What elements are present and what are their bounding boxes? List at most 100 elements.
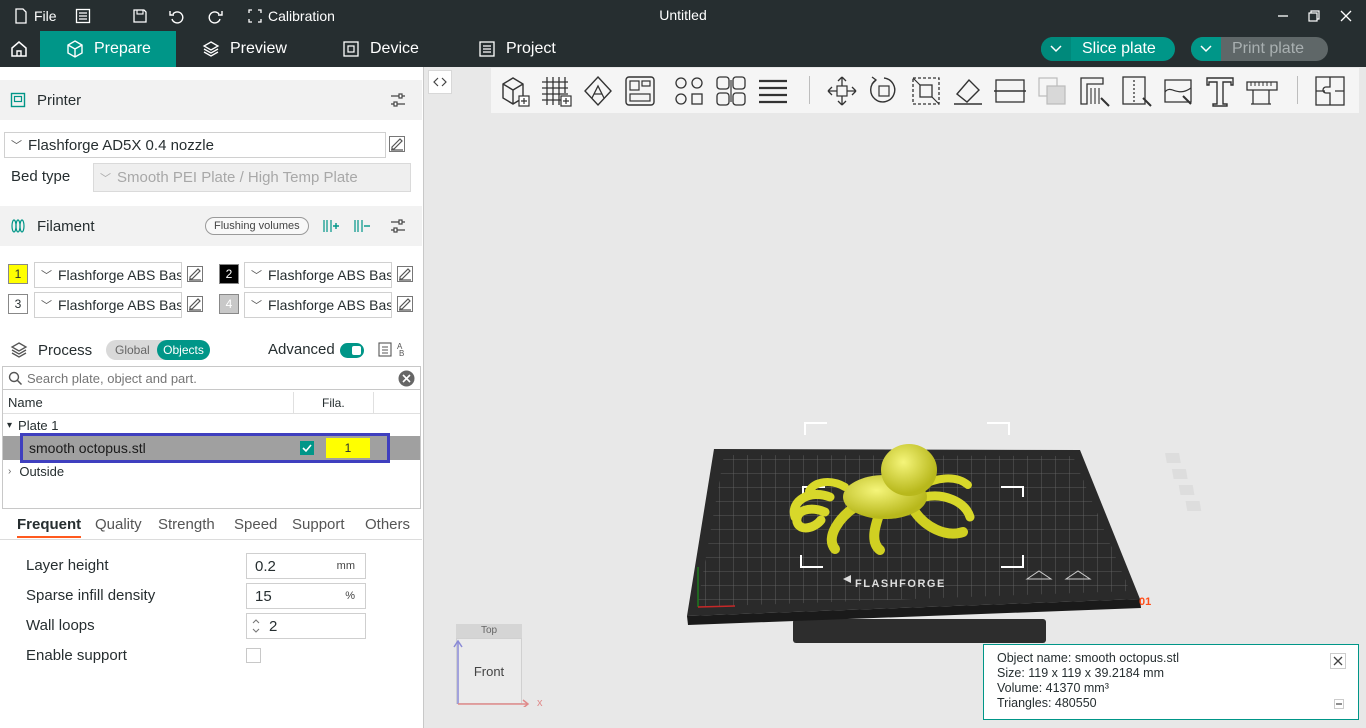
clear-search-icon[interactable] <box>398 370 415 387</box>
wall-loops-value: 2 <box>269 617 278 635</box>
filament-slot-4-select[interactable]: ﹀ Flashforge ABS Basic <box>244 292 392 318</box>
global-objects-toggle[interactable]: Global Objects <box>106 340 210 360</box>
tab-strength[interactable]: Strength <box>158 516 215 533</box>
tab-frequent[interactable]: Frequent <box>17 516 81 533</box>
filament-section-title: Filament <box>37 217 95 235</box>
chevron-down-icon[interactable]: ▾ <box>7 420 12 431</box>
toggle-objects-option[interactable]: Objects <box>157 340 210 360</box>
tab-others[interactable]: Others <box>365 516 410 533</box>
minimize-button[interactable] <box>1276 0 1290 31</box>
edit-filament-3-icon[interactable] <box>186 295 204 313</box>
filament-slot-2-badge[interactable]: 2 <box>219 264 239 284</box>
tab-support[interactable]: Support <box>292 516 345 533</box>
flushing-volumes-button[interactable]: Flushing volumes <box>205 217 309 235</box>
object-filament-badge[interactable]: 1 <box>326 438 370 458</box>
home-icon <box>11 41 27 57</box>
object-name: smooth octopus.stl <box>29 440 146 456</box>
filament-slot-1-select[interactable]: ﹀ Flashforge ABS Basic <box>34 262 182 288</box>
wall-loops-stepper[interactable]: 2 <box>246 613 366 639</box>
redo-button[interactable] <box>207 0 223 31</box>
tab-quality[interactable]: Quality <box>95 516 142 533</box>
toggle-global-option[interactable]: Global <box>115 343 150 357</box>
window-title: Untitled <box>659 7 707 23</box>
layer-height-value: 0.2 <box>255 557 276 575</box>
close-icon[interactable] <box>1330 653 1346 669</box>
add-filament-icon[interactable] <box>322 217 340 235</box>
slice-plate-button[interactable]: Slice plate <box>1041 37 1175 61</box>
chevron-down-icon: ﹀ <box>41 270 52 282</box>
advanced-toggle[interactable] <box>340 343 364 358</box>
object-search-box[interactable] <box>2 366 421 390</box>
print-dropdown-arrow[interactable] <box>1191 37 1221 61</box>
slice-dropdown-arrow[interactable] <box>1041 37 1071 61</box>
save-button[interactable] <box>132 0 148 31</box>
project-icon <box>479 41 495 57</box>
checkbox-checked-icon[interactable] <box>300 441 314 455</box>
undo-button[interactable] <box>169 0 185 31</box>
printer-icon <box>10 92 26 108</box>
file-menu[interactable]: File <box>14 0 57 31</box>
column-fila-header[interactable]: Fila. <box>322 396 345 410</box>
filament-slot-2-value: Flashforge ABS Basic <box>268 267 392 283</box>
tab-device[interactable]: Device <box>342 31 419 67</box>
chevron-down-icon: ﹀ <box>11 140 22 152</box>
chevron-down-icon: ﹀ <box>100 172 111 185</box>
chevron-down-icon: ﹀ <box>251 300 262 312</box>
save-icon <box>133 8 147 23</box>
tab-device-label: Device <box>370 40 419 57</box>
tab-home[interactable] <box>0 31 38 67</box>
column-name-header[interactable]: Name <box>8 395 43 410</box>
compare-settings-icon[interactable]: BA <box>377 341 413 359</box>
chevron-down-icon <box>1050 45 1062 53</box>
bed-type-select[interactable]: ﹀ Smooth PEI Plate / High Temp Plate <box>93 163 411 192</box>
filament-slot-4-badge[interactable]: 4 <box>219 294 239 314</box>
edit-printer-icon[interactable] <box>388 135 406 153</box>
slice-plate-label: Slice plate <box>1082 40 1156 57</box>
edit-filament-2-icon[interactable] <box>396 265 414 283</box>
filament-slot-2-select[interactable]: ﹀ Flashforge ABS Basic <box>244 262 392 288</box>
calibration-menu[interactable]: Calibration <box>248 0 335 31</box>
object-row-selected[interactable]: smooth octopus.stl 1 <box>3 433 420 463</box>
plate-row[interactable]: ▾ Plate 1 <box>3 414 420 436</box>
tab-prepare[interactable]: Prepare <box>40 31 176 67</box>
3d-scene[interactable]: FLASHFORGE 01 <box>425 67 1366 728</box>
active-tab-underline <box>17 536 81 538</box>
filament-settings-icon[interactable] <box>389 217 407 235</box>
search-icon <box>8 371 23 386</box>
printer-select-value: Flashforge AD5X 0.4 nozzle <box>28 136 214 154</box>
edit-filament-1-icon[interactable] <box>186 265 204 283</box>
outside-row[interactable]: › Outside <box>3 460 420 482</box>
tab-speed[interactable]: Speed <box>234 516 277 533</box>
remove-filament-icon[interactable] <box>353 217 371 235</box>
sparse-infill-field[interactable]: 15 % <box>246 583 366 609</box>
minimize-panel-icon[interactable] <box>1334 699 1344 709</box>
maximize-button[interactable] <box>1307 0 1321 31</box>
file-menu-label: File <box>34 7 57 24</box>
printer-select[interactable]: ﹀ Flashforge AD5X 0.4 nozzle <box>4 132 386 158</box>
stepper-arrows-icon[interactable] <box>251 617 261 635</box>
filament-slot-1-badge[interactable]: 1 <box>8 264 28 284</box>
enable-support-checkbox[interactable] <box>246 648 261 663</box>
filament-slot-3-value: Flashforge ABS Basic <box>58 297 182 313</box>
chevron-right-icon[interactable]: › <box>8 466 11 477</box>
column-divider <box>373 392 374 414</box>
tab-project[interactable]: Project <box>478 31 556 67</box>
menu-button[interactable] <box>75 0 91 31</box>
search-input[interactable] <box>27 369 387 387</box>
3d-viewport[interactable]: FLASHFORGE 01 Top Front x Object name: s… <box>425 67 1366 728</box>
menu-icon <box>75 8 91 23</box>
svg-text:A: A <box>397 342 403 351</box>
print-plate-button[interactable]: Print plate <box>1191 37 1328 61</box>
filament-icon <box>11 219 25 233</box>
plate-brand-label: FLASHFORGE <box>855 578 946 590</box>
filament-slot-3-select[interactable]: ﹀ Flashforge ABS Basic <box>34 292 182 318</box>
x-axis-label: x <box>537 697 543 709</box>
layer-height-field[interactable]: 0.2 mm <box>246 553 366 579</box>
tab-preview[interactable]: Preview <box>202 31 287 67</box>
close-window-button[interactable] <box>1339 0 1353 31</box>
close-icon <box>1340 10 1352 21</box>
view-cube-top-face[interactable]: Top <box>456 624 522 638</box>
settings-sliders-icon[interactable] <box>389 91 407 109</box>
filament-slot-3-badge[interactable]: 3 <box>8 294 28 314</box>
edit-filament-4-icon[interactable] <box>396 295 414 313</box>
